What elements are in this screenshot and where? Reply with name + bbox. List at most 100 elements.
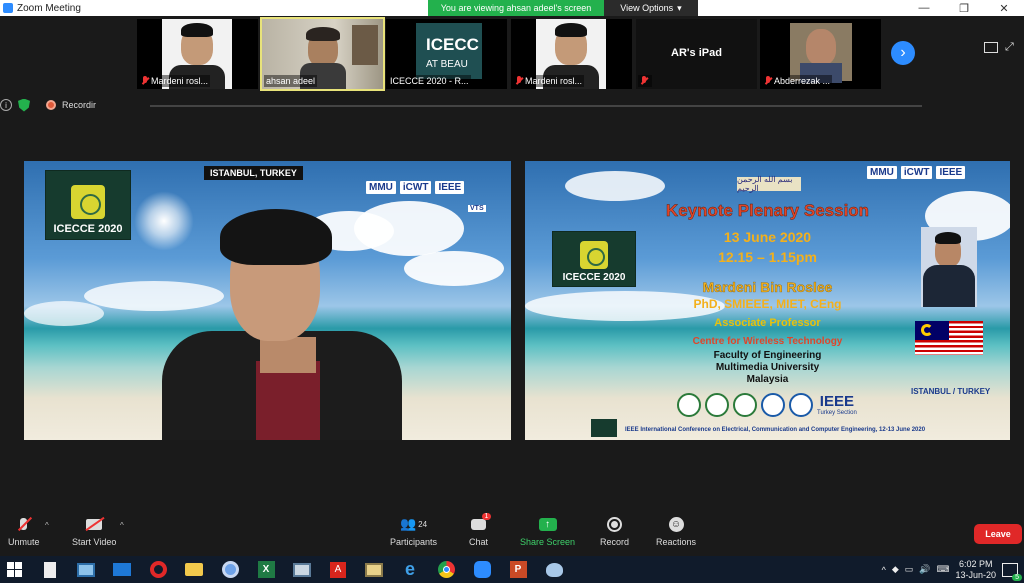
speaker-neck [260, 337, 316, 373]
start-video-button[interactable]: Start Video [72, 515, 116, 547]
start-button[interactable] [2, 558, 26, 582]
mic-muted-icon [640, 76, 648, 86]
smiley-icon: ☺ [668, 516, 684, 532]
meeting-status-row: i Recordir [0, 96, 96, 114]
title-bar: Zoom Meeting You are viewing ahsan adeel… [0, 0, 1024, 16]
speaker-name: Mardeni Bin Roslee [702, 279, 833, 295]
dropbox-icon[interactable]: ◆ [892, 564, 899, 575]
partner-logo-icon [761, 393, 785, 417]
participant-tile[interactable]: ahsan adeel [260, 17, 385, 91]
speaker-video: ICECCE 2020 ISTANBUL, TURKEY MMU iCWT IE… [24, 161, 511, 440]
participant-name: Mardeni rosl... [139, 75, 211, 87]
partner-logo-icon [705, 393, 729, 417]
taskbar-chrome-icon[interactable] [434, 558, 458, 582]
taskbar-explorer-icon[interactable] [362, 558, 386, 582]
taskbar-powerpoint-icon[interactable]: P [506, 558, 530, 582]
conference-logo: ICECCE 2020 [45, 170, 131, 240]
participant-tile[interactable]: Mardeni rosl... [137, 19, 258, 89]
chevron-down-icon: ▾ [677, 2, 682, 13]
zoom-app-icon [3, 3, 13, 13]
close-icon: ✕ [999, 2, 1009, 15]
taskbar-paint-icon[interactable] [542, 558, 566, 582]
participant-strip: Mardeni rosl... ahsan adeel ICECC AT BEA… [0, 16, 1024, 107]
partner-logo-icon [789, 393, 813, 417]
participants-button[interactable]: 👥 24 Participants [390, 515, 437, 547]
participant-tile[interactable]: Abderrezak ... [760, 19, 881, 89]
next-page-button[interactable]: › [891, 41, 915, 65]
university-text: Multimedia University [715, 362, 820, 373]
chat-button[interactable]: 1 Chat [469, 513, 492, 547]
view-options-button[interactable]: View Options ▾ [604, 0, 698, 16]
logo-text: ICECCE 2020 [53, 223, 123, 235]
taskbar-opera-icon[interactable] [146, 558, 170, 582]
taskbar-acrobat-icon[interactable]: A [326, 558, 350, 582]
audio-options-caret[interactable]: ^ [45, 521, 49, 530]
sponsor-logo: MMU [867, 166, 897, 179]
shield-icon[interactable] [18, 98, 30, 112]
sponsor-logo: IEEE [936, 166, 966, 179]
reactions-button[interactable]: ☺ Reactions [656, 515, 696, 547]
slide-footer: IEEE International Conference on Electri… [625, 427, 926, 433]
chevron-up-icon[interactable]: ^ [882, 565, 886, 575]
participant-name: ahsan adeel [264, 75, 318, 87]
share-arrow-icon: ↑ [538, 517, 557, 531]
meeting-controls: Unmute ^ Start Video ^ 👥 24 Participants… [0, 511, 1024, 556]
taskbar-ie-icon[interactable]: e [398, 558, 422, 582]
notifications-icon[interactable]: 5 [1002, 562, 1022, 581]
leave-button[interactable]: Leave [974, 524, 1022, 544]
partner-logo-icon [733, 393, 757, 417]
chip-logo-icon [71, 185, 105, 219]
sponsor-logo: IEEE [435, 181, 465, 194]
ieee-logo: IEEE [819, 393, 854, 410]
taskbar-image-icon[interactable] [290, 558, 314, 582]
unmute-button[interactable]: Unmute [8, 515, 40, 547]
taskbar-file-icon[interactable] [38, 558, 62, 582]
volume-icon[interactable]: 🔊 [919, 564, 930, 575]
reactions-label: Reactions [656, 537, 697, 547]
network-icon[interactable]: ▭ [905, 564, 914, 575]
recording-label: Recordir [62, 100, 97, 110]
strip-divider [150, 105, 922, 107]
share-screen-button[interactable]: ↑ Share Screen [520, 515, 575, 547]
system-tray: ^ ◆ ▭ 🔊 ⌨ 6:02 PM 13-Jun-20 5 [882, 556, 1024, 583]
unmute-label: Unmute [8, 537, 40, 547]
windows-taskbar: X A e P ^ ◆ ▭ 🔊 ⌨ 6:02 PM 13-Jun-20 5 [0, 556, 1024, 583]
location-text: ISTANBUL / TURKEY [911, 387, 991, 396]
shared-screen-slide: بسم الله الرحمن الرحيم MMU iCWT IEEE Key… [525, 161, 1010, 440]
taskbar-excel-icon[interactable]: X [254, 558, 278, 582]
tile-display-sub: AT BEAU [426, 59, 468, 70]
record-label: Record [600, 537, 630, 547]
taskbar-zoom-icon[interactable] [470, 558, 494, 582]
taskbar-window-icon[interactable] [74, 558, 98, 582]
participants-count: 24 [418, 519, 428, 529]
video-options-caret[interactable]: ^ [120, 521, 124, 530]
participant-tile[interactable]: ICECC AT BEAU ICECCE 2020 - R... [386, 19, 507, 89]
mic-muted-icon [764, 76, 772, 86]
fullscreen-icon[interactable]: ⤢ [1005, 41, 1018, 54]
participant-tile[interactable]: AR's iPad [636, 19, 757, 89]
participant-name: Mardeni rosl... [513, 75, 585, 87]
minimize-button[interactable]: — [904, 0, 944, 16]
info-icon[interactable]: i [0, 99, 12, 111]
mic-muted-icon [515, 76, 523, 86]
tile-display-text: ICECC [426, 35, 479, 54]
speaker-credentials: PhD, SMIEEE, MIET, CEng [693, 297, 842, 311]
taskbar-mail-icon[interactable] [110, 558, 134, 582]
clock[interactable]: 6:02 PM 13-Jun-20 [955, 559, 996, 581]
view-options-label: View Options [620, 3, 674, 13]
taskbar-folder-icon[interactable] [182, 558, 206, 582]
chat-label: Chat [469, 537, 489, 547]
language-icon[interactable]: ⌨ [936, 564, 949, 575]
participant-tile[interactable]: Mardeni rosl... [511, 19, 632, 89]
chat-badge: 1 [481, 513, 492, 520]
location-tag: ISTANBUL, TURKEY [204, 166, 303, 180]
partner-logos: IEEE Turkey Section [677, 393, 857, 417]
sponsor-logo: iCWT [399, 181, 432, 194]
gallery-view-icon[interactable] [984, 42, 998, 53]
sponsor-logo: MMU [366, 181, 396, 194]
speaker-hair [220, 209, 332, 265]
record-button[interactable]: Record [600, 515, 629, 547]
taskbar-chrome-canary-icon[interactable] [218, 558, 242, 582]
restore-button[interactable]: ❐ [944, 0, 984, 16]
close-button[interactable]: ✕ [984, 0, 1024, 16]
